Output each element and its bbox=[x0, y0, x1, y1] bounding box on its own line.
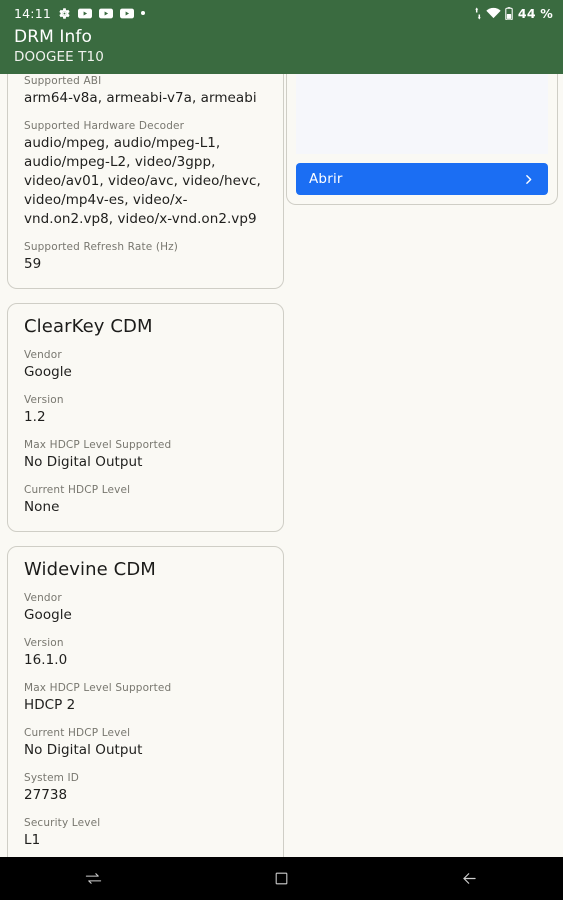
field-value: No Digital Output bbox=[24, 454, 143, 470]
field-label: Supported Hardware Decoder bbox=[24, 120, 185, 132]
status-clock: 14:11 bbox=[14, 5, 52, 21]
card-title: ClearKey CDM bbox=[24, 316, 153, 337]
field-label: Security Level bbox=[24, 817, 101, 829]
field-value: 59 bbox=[24, 256, 42, 272]
info-field: Supported Hardware Decoder audio/mpeg, a… bbox=[24, 119, 267, 229]
field-label: Supported Refresh Rate (Hz) bbox=[24, 241, 179, 253]
field-label: Supported ABI bbox=[24, 75, 102, 87]
wifi-icon bbox=[486, 7, 501, 19]
info-field: Security Level L1 bbox=[24, 816, 267, 850]
battery-icon bbox=[505, 6, 513, 20]
gear-icon bbox=[58, 7, 71, 20]
left-column: Supported ABI arm64-v8a, armeabi-v7a, ar… bbox=[7, 74, 284, 857]
back-arrow-icon bbox=[460, 869, 479, 888]
promo-card: Abrir bbox=[286, 74, 558, 205]
video-icon bbox=[78, 8, 93, 19]
field-value: No Digital Output bbox=[24, 742, 143, 758]
chevron-right-icon bbox=[522, 173, 535, 186]
status-bar: 14:11 44 % bbox=[0, 0, 563, 26]
video-icon bbox=[120, 8, 135, 19]
back-button[interactable] bbox=[375, 857, 563, 900]
field-label: Vendor bbox=[24, 349, 62, 361]
field-value: 27738 bbox=[24, 787, 68, 803]
info-field: Max HDCP Level Supported HDCP 2 bbox=[24, 681, 267, 715]
video-icon bbox=[99, 8, 114, 19]
field-value: None bbox=[24, 499, 60, 515]
field-label: System ID bbox=[24, 772, 80, 784]
info-field: Current HDCP Level No Digital Output bbox=[24, 726, 267, 760]
navigation-bar bbox=[0, 857, 563, 900]
info-field: Max HDCP Level Supported No Digital Outp… bbox=[24, 438, 267, 472]
card-title: Widevine CDM bbox=[24, 559, 156, 580]
field-value: arm64-v8a, armeabi-v7a, armeabi bbox=[24, 90, 257, 106]
info-field: Supported Refresh Rate (Hz) 59 bbox=[24, 240, 267, 274]
device-info-card: Supported ABI arm64-v8a, armeabi-v7a, ar… bbox=[7, 74, 284, 289]
info-field: Vendor Google bbox=[24, 348, 267, 382]
info-field: Current HDCP Level None bbox=[24, 483, 267, 517]
field-label: Vendor bbox=[24, 592, 62, 604]
clearkey-cdm-card: ClearKey CDM Vendor Google Version 1.2 M… bbox=[7, 303, 284, 532]
info-field: Supported ABI arm64-v8a, armeabi-v7a, ar… bbox=[24, 74, 267, 108]
field-label: Version bbox=[24, 394, 64, 406]
right-column: Abrir bbox=[286, 74, 558, 205]
device-model-subtitle: DOOGEE T10 bbox=[14, 49, 104, 65]
field-value: HDCP 2 bbox=[24, 697, 76, 713]
battery-percent: 44 % bbox=[517, 5, 553, 21]
status-bar-left: 14:11 bbox=[14, 6, 474, 21]
field-value: 1.2 bbox=[24, 409, 46, 425]
field-label: Current HDCP Level bbox=[24, 484, 131, 496]
status-bar-right: 44 % bbox=[474, 6, 553, 21]
open-button[interactable]: Abrir bbox=[296, 163, 548, 195]
promo-surface bbox=[296, 74, 548, 154]
home-button[interactable] bbox=[188, 857, 376, 900]
field-value: L1 bbox=[24, 832, 41, 848]
data-transfer-icon bbox=[474, 6, 482, 20]
field-label: Version bbox=[24, 637, 64, 649]
field-label: Max HDCP Level Supported bbox=[24, 682, 172, 694]
card-columns: Supported ABI arm64-v8a, armeabi-v7a, ar… bbox=[0, 74, 563, 857]
scroll-content[interactable]: Supported ABI arm64-v8a, armeabi-v7a, ar… bbox=[0, 74, 563, 857]
field-value: 16.1.0 bbox=[24, 652, 68, 668]
home-square-icon bbox=[274, 871, 289, 886]
field-label: Max HDCP Level Supported bbox=[24, 439, 172, 451]
field-value: audio/mpeg, audio/mpeg-L1, audio/mpeg-L2… bbox=[24, 135, 261, 227]
info-field: System ID 27738 bbox=[24, 771, 267, 805]
open-button-label: Abrir bbox=[309, 171, 343, 187]
recents-icon bbox=[84, 869, 103, 888]
app-bar: DRM Info DOOGEE T10 bbox=[0, 26, 563, 74]
field-value: Google bbox=[24, 607, 72, 623]
widevine-cdm-card: Widevine CDM Vendor Google Version 16.1.… bbox=[7, 546, 284, 857]
dot-icon bbox=[141, 11, 146, 15]
info-field: Version 16.1.0 bbox=[24, 636, 267, 670]
field-value: Google bbox=[24, 364, 72, 380]
page-title: DRM Info bbox=[14, 27, 92, 47]
recent-apps-button[interactable] bbox=[0, 857, 188, 900]
info-field: Version 1.2 bbox=[24, 393, 267, 427]
field-label: Current HDCP Level bbox=[24, 727, 131, 739]
info-field: Vendor Google bbox=[24, 591, 267, 625]
